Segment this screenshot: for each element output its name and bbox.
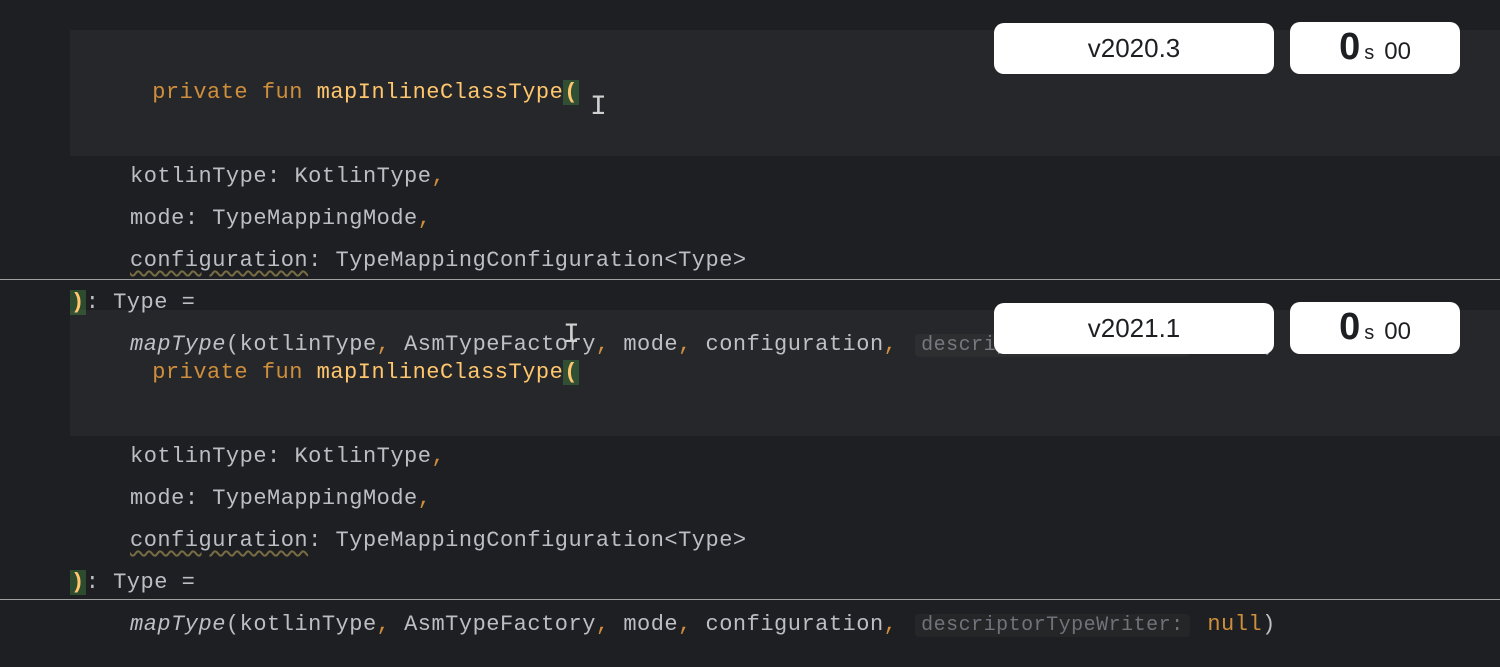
comma: , (418, 486, 432, 511)
close-paren: ) (70, 570, 86, 595)
keyword-fun: fun (262, 360, 303, 385)
param-type: TypeMappingConfiguration (336, 528, 665, 553)
gt: > (733, 528, 747, 553)
code-line-body: mapType(kotlinType, AsmTypeFactory, mode… (70, 604, 1500, 647)
param-type: TypeMappingMode (212, 486, 418, 511)
code-line-param1: kotlinType: KotlinType, (70, 436, 1500, 478)
version-badge: v2021.1 (994, 303, 1274, 354)
timer-ms: 00 (1384, 38, 1411, 66)
param-name: mode (130, 486, 185, 511)
param-type: TypeMappingConfiguration (336, 248, 665, 273)
comparison-pane-top: private fun mapInlineClassType( kotlinTy… (0, 0, 1500, 280)
generic-type: Type (678, 248, 733, 273)
return-type: Type (113, 570, 168, 595)
call-name: mapType (130, 612, 226, 637)
timer-seconds: 0 (1339, 308, 1360, 346)
timer-ms: 00 (1384, 318, 1411, 346)
param-name: kotlinType (130, 164, 267, 189)
version-badge: v2020.3 (994, 23, 1274, 74)
overlay-badges: v2020.3 0s 00 (994, 22, 1460, 74)
arg: mode (623, 612, 678, 637)
code-line-param1: kotlinType: KotlinType, (70, 156, 1500, 198)
equals: = (182, 570, 196, 595)
param-type: KotlinType (294, 164, 431, 189)
comparison-pane-bottom: private fun mapInlineClassType( kotlinTy… (0, 280, 1500, 600)
arg: AsmTypeFactory (404, 612, 596, 637)
code-line-param3: configuration: TypeMappingConfiguration<… (70, 240, 1500, 282)
parameter-hint: descriptorTypeWriter: (915, 614, 1190, 637)
timer-badge: 0s 00 (1290, 22, 1460, 74)
code-line-param2: mode: TypeMappingMode, (70, 198, 1500, 240)
timer-seconds: 0 (1339, 28, 1360, 66)
arg: kotlinType (240, 612, 377, 637)
generic-type: Type (678, 528, 733, 553)
keyword-private: private (152, 360, 248, 385)
comma: , (431, 164, 445, 189)
function-name: mapInlineClassType (317, 360, 564, 385)
lt: < (664, 248, 678, 273)
overlay-badges: v2021.1 0s 00 (994, 302, 1460, 354)
param-name: mode (130, 206, 185, 231)
keyword-fun: fun (262, 80, 303, 105)
open-paren: ( (563, 360, 579, 385)
arg: configuration (706, 612, 884, 637)
code-line-param3: configuration: TypeMappingConfiguration<… (70, 520, 1500, 562)
function-name: mapInlineClassType (317, 80, 564, 105)
comma: , (431, 444, 445, 469)
timer-s-label: s (1364, 322, 1374, 345)
code-line-param2: mode: TypeMappingMode, (70, 478, 1500, 520)
gt: > (733, 248, 747, 273)
close-paren: ) (1262, 612, 1276, 637)
timer-s-label: s (1364, 42, 1374, 65)
param-type: TypeMappingMode (212, 206, 418, 231)
code-line-return: ): Type = (70, 562, 1500, 604)
lt: < (664, 528, 678, 553)
null-keyword: null (1207, 612, 1262, 637)
timer-badge: 0s 00 (1290, 302, 1460, 354)
comma: , (418, 206, 432, 231)
param-name-warn: configuration (130, 528, 308, 553)
param-name-warn: configuration (130, 248, 308, 273)
open-paren: ( (226, 612, 240, 637)
open-paren: ( (563, 80, 579, 105)
param-type: KotlinType (294, 444, 431, 469)
keyword-private: private (152, 80, 248, 105)
param-name: kotlinType (130, 444, 267, 469)
